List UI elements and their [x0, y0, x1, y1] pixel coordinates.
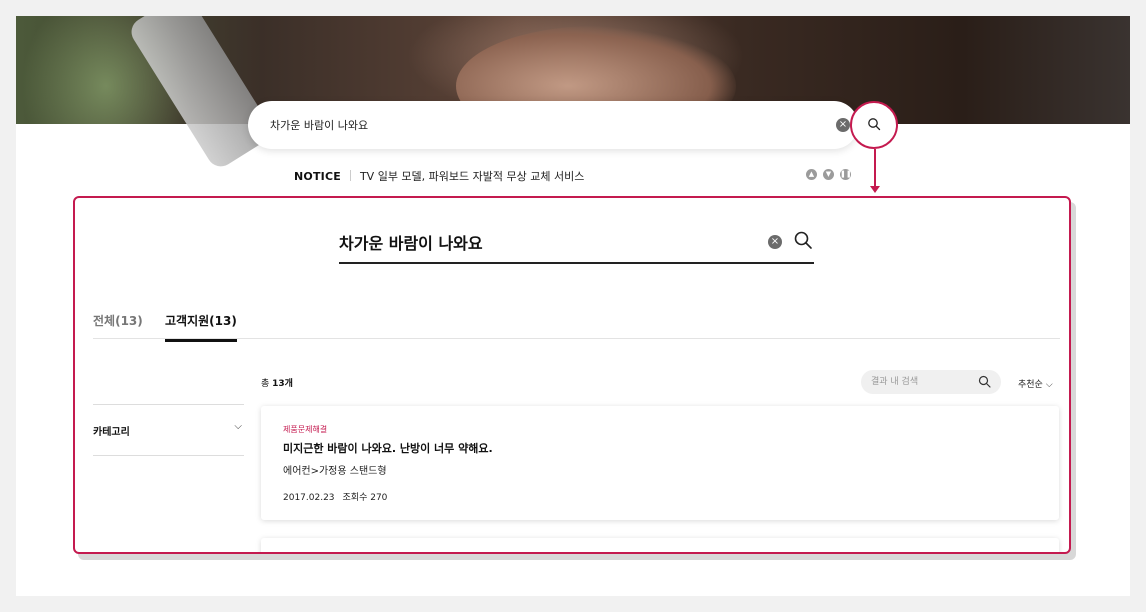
header-search-button[interactable] [850, 101, 898, 149]
result-card[interactable]: 제품문제해결 미지근한 바람이 나와요. 난방이 너무 약해요. 에어컨>가정용… [261, 406, 1059, 520]
sort-dropdown[interactable]: 추천순 ⌵ [1018, 377, 1053, 390]
category-filter[interactable]: 카테고리 ⌵ [93, 404, 244, 456]
search-icon[interactable] [793, 230, 813, 250]
clear-icon[interactable]: × [836, 118, 850, 132]
results-total: 총 13개 [261, 376, 293, 389]
chevron-down-icon: ⌵ [234, 421, 242, 432]
result-card-partial[interactable] [261, 538, 1059, 552]
header-search-bar[interactable]: 차가운 바람이 나와요 × [248, 101, 858, 149]
pause-icon[interactable]: ❚❚ [840, 169, 852, 180]
search-icon [868, 118, 881, 131]
sort-label: 추천순 [1018, 380, 1043, 390]
notice-divider [349, 170, 351, 181]
in-results-search[interactable] [861, 370, 1001, 394]
results-search-query[interactable]: 차가운 바람이 나와요 [339, 230, 483, 254]
results-search-field[interactable]: 차가운 바람이 나와요 × [339, 222, 814, 264]
callout-connector-line [874, 149, 876, 187]
category-filter-label: 카테고리 [93, 427, 130, 438]
result-views: 조회수 270 [342, 493, 388, 503]
down-icon[interactable]: ▼ [823, 169, 834, 180]
result-title[interactable]: 미지근한 바람이 나와요. 난방이 너무 약해요. [283, 440, 493, 456]
tab-customer-support[interactable]: 고객지원(13) [165, 312, 237, 342]
header-search-query[interactable]: 차가운 바람이 나와요 [270, 117, 368, 133]
tab-all[interactable]: 전체(13) [93, 312, 143, 339]
total-prefix: 총 [261, 379, 270, 389]
clear-icon[interactable]: × [768, 235, 782, 249]
screenshot-frame: 차가운 바람이 나와요 × NOTICE TV 일부 모델, 파워보드 자발적 무… [16, 16, 1130, 596]
notice-bar: NOTICE TV 일부 모델, 파워보드 자발적 무상 교체 서비스 [294, 168, 584, 184]
results-tabs: 전체(13) 고객지원(13) [93, 308, 1060, 342]
in-results-search-input[interactable] [871, 374, 971, 390]
result-category: 제품문제해결 [283, 425, 328, 434]
notice-link[interactable]: TV 일부 모델, 파워보드 자발적 무상 교체 서비스 [360, 170, 584, 183]
result-meta: 2017.02.23 조회수 270 [283, 490, 387, 503]
hero-phone-shape [126, 16, 276, 172]
result-date: 2017.02.23 [283, 493, 335, 503]
search-icon[interactable] [978, 375, 991, 388]
search-results-panel: 차가운 바람이 나와요 × 전체(13) 고객지원(13) 카테고리 ⌵ 총 1… [73, 196, 1071, 554]
total-count: 13개 [272, 379, 293, 389]
up-icon[interactable]: ▲ [806, 169, 817, 180]
result-product-path: 에어컨>가정용 스탠드형 [283, 466, 387, 477]
notice-label: NOTICE [294, 170, 341, 183]
chevron-down-icon: ⌵ [1045, 380, 1053, 390]
callout-arrow-icon [870, 186, 880, 193]
